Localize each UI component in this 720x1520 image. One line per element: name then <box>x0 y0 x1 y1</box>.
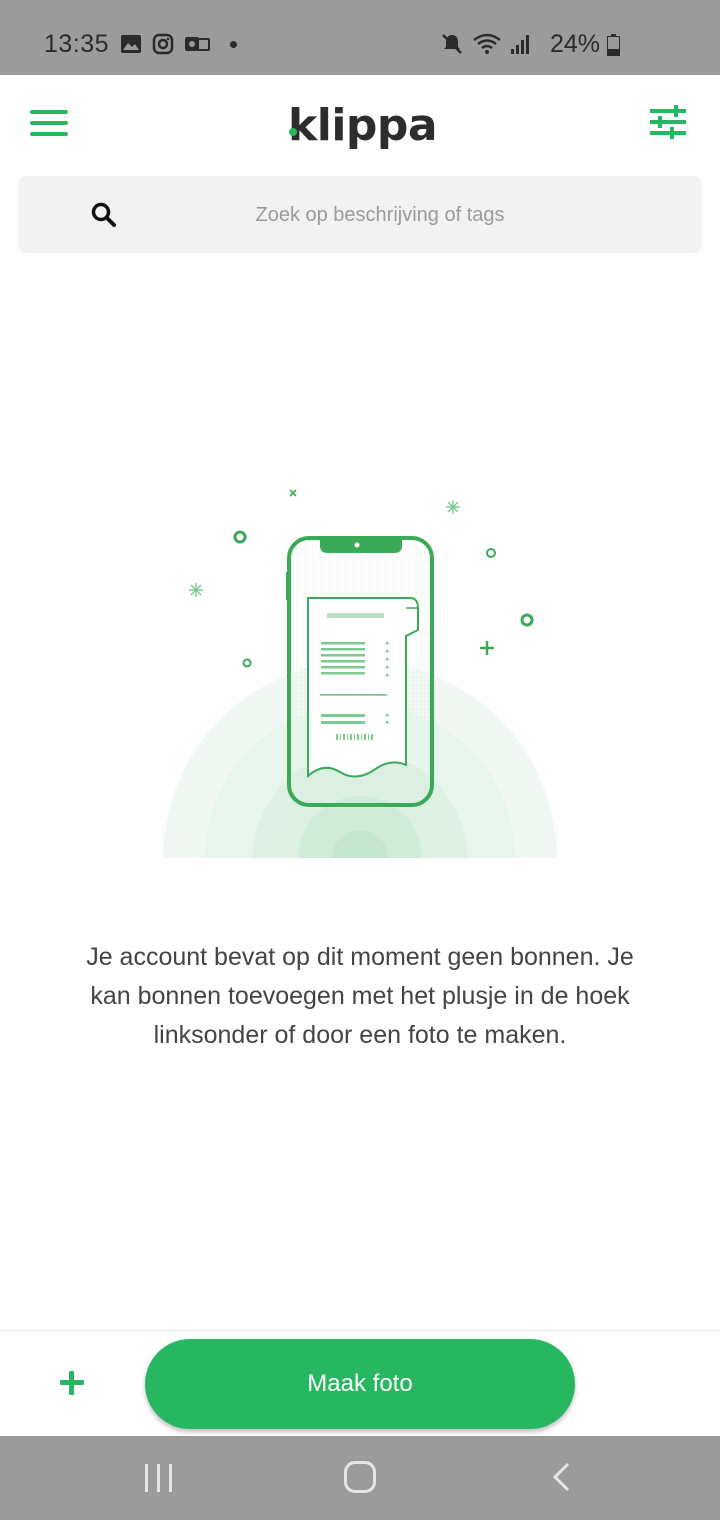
empty-state-message: Je account bevat op dit moment geen bonn… <box>86 943 634 1049</box>
back-icon[interactable] <box>548 1462 578 1492</box>
status-bar: 13:35 24% <box>0 0 720 75</box>
klippa-logo: klippa <box>288 95 438 155</box>
search-icon <box>91 202 116 227</box>
take-photo-button[interactable]: Maak foto <box>145 1339 575 1429</box>
home-icon[interactable] <box>344 1461 376 1493</box>
status-time: 13:35 <box>44 30 110 58</box>
logo-text: klippa <box>288 99 438 151</box>
instagram-icon <box>152 33 174 55</box>
bottom-action-bar: Maak foto <box>0 1330 720 1437</box>
plus-icon[interactable] <box>58 1369 86 1397</box>
gallery-icon <box>121 35 141 53</box>
notification-icons <box>120 33 237 55</box>
logo-dot <box>289 128 297 136</box>
sliders-filter-icon[interactable] <box>650 105 686 139</box>
battery-percentage: 24% <box>549 30 600 58</box>
app-header: klippa <box>0 75 720 170</box>
search-bar[interactable] <box>18 176 702 255</box>
more-notifications-dot <box>230 40 237 48</box>
screen: 13:35 24% klippa Zoek op beschrijving of… <box>0 0 720 1520</box>
wifi-icon <box>473 33 501 54</box>
outlook-icon <box>185 37 210 51</box>
hamburger-menu-icon[interactable] <box>30 110 68 136</box>
battery-icon <box>607 34 620 56</box>
mute-icon <box>442 34 462 54</box>
signal-icon <box>511 35 529 54</box>
phone-with-receipt-illustration <box>163 489 557 858</box>
search-input[interactable] <box>128 176 632 255</box>
system-icons <box>440 32 530 56</box>
recents-icon[interactable] <box>145 1464 177 1492</box>
android-navigation-bar <box>0 1436 720 1520</box>
